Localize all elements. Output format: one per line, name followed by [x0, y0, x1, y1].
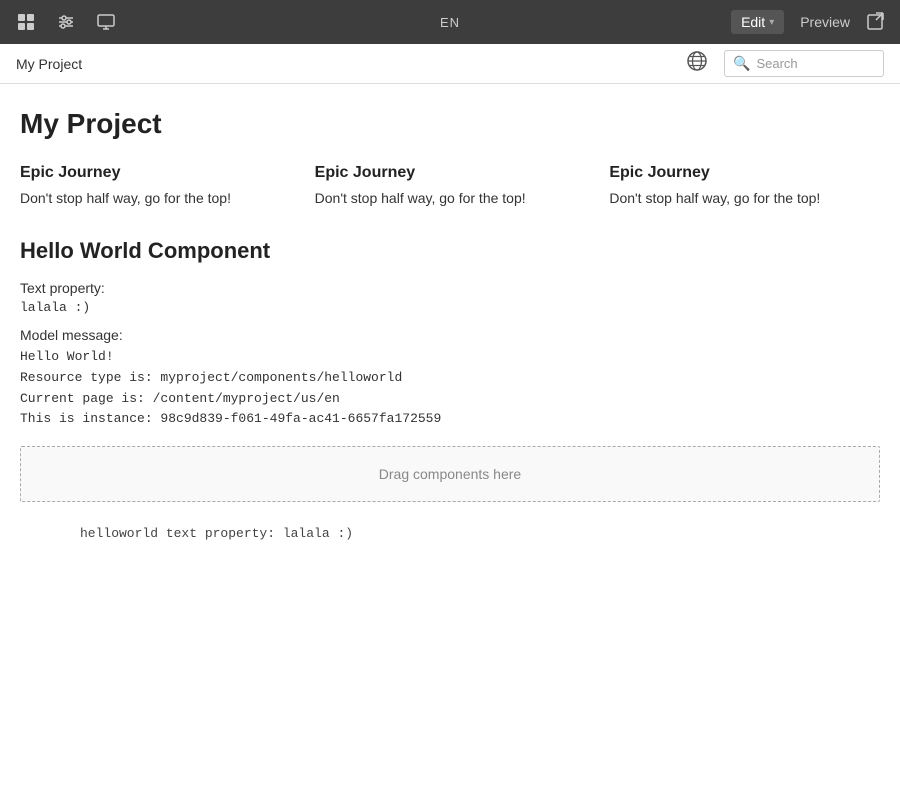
language-label: EN — [440, 15, 460, 30]
top-nav-left — [12, 8, 299, 36]
epic-col-3-body: Don't stop half way, go for the top! — [609, 190, 880, 206]
epic-col-3: Epic Journey Don't stop half way, go for… — [609, 164, 880, 206]
top-nav: EN Edit ▾ Preview — [0, 0, 900, 44]
model-message-line-2: Resource type is: myproject/components/h… — [20, 368, 880, 389]
layout-icon[interactable] — [12, 8, 40, 36]
epic-col-1-title: Epic Journey — [20, 164, 291, 182]
text-property-value: lalala :) — [20, 300, 880, 315]
share-icon[interactable] — [866, 11, 888, 33]
drag-components-area[interactable]: Drag components here — [20, 446, 880, 502]
preview-button[interactable]: Preview — [800, 14, 850, 30]
hello-world-title: Hello World Component — [20, 238, 880, 264]
search-input[interactable] — [756, 56, 875, 71]
globe-icon[interactable] — [686, 50, 708, 78]
epic-col-2-body: Don't stop half way, go for the top! — [315, 190, 586, 206]
epic-col-2: Epic Journey Don't stop half way, go for… — [315, 164, 586, 206]
model-message-label: Model message: — [20, 327, 880, 343]
model-message-line-1: Hello World! — [20, 347, 880, 368]
top-nav-right: Edit ▾ Preview — [601, 10, 888, 34]
sliders-icon[interactable] — [52, 8, 80, 36]
monitor-icon[interactable] — [92, 8, 120, 36]
search-icon: 🔍 — [733, 55, 750, 72]
footer-mono: helloworld text property: lalala :) — [20, 526, 880, 541]
breadcrumb-bar: My Project 🔍 — [0, 44, 900, 84]
text-property-label: Text property: — [20, 280, 880, 296]
epic-col-1: Epic Journey Don't stop half way, go for… — [20, 164, 291, 206]
chevron-down-icon: ▾ — [769, 17, 774, 28]
model-message-line-4: This is instance: 98c9d839-f061-49fa-ac4… — [20, 409, 880, 430]
page-title: My Project — [20, 108, 880, 140]
epic-columns: Epic Journey Don't stop half way, go for… — [20, 164, 880, 206]
epic-col-1-body: Don't stop half way, go for the top! — [20, 190, 291, 206]
main-content: My Project Epic Journey Don't stop half … — [0, 84, 900, 565]
drag-area-label: Drag components here — [379, 466, 521, 482]
epic-col-2-title: Epic Journey — [315, 164, 586, 182]
epic-col-3-title: Epic Journey — [609, 164, 880, 182]
search-container[interactable]: 🔍 — [724, 50, 884, 77]
model-message-line-3: Current page is: /content/myproject/us/e… — [20, 389, 880, 410]
edit-button[interactable]: Edit ▾ — [731, 10, 784, 34]
model-message-block: Hello World! Resource type is: myproject… — [20, 347, 880, 430]
top-nav-center: EN — [307, 15, 594, 30]
breadcrumb: My Project — [16, 56, 678, 72]
